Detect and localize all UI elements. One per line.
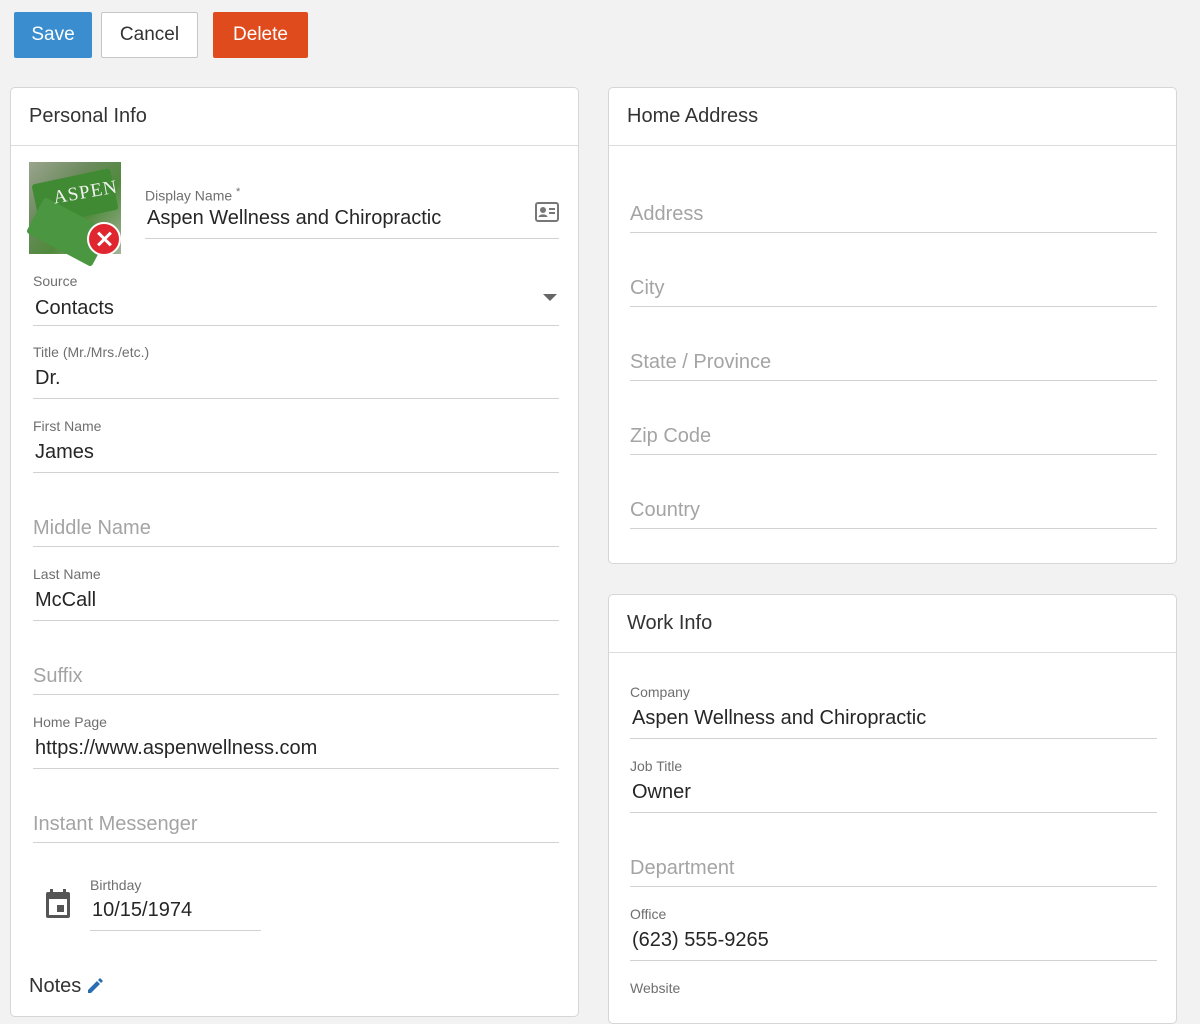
source-value: Contacts xyxy=(35,297,114,319)
required-mark: * xyxy=(236,186,241,198)
website-label: Website xyxy=(630,980,681,996)
office-phone-field[interactable]: Office (623) 555-9265 xyxy=(630,906,1157,961)
birthday-value: 10/15/1974 xyxy=(92,899,193,921)
instant-messenger-field[interactable]: Instant Messenger xyxy=(33,788,559,843)
middle-name-placeholder: Middle Name xyxy=(33,517,151,539)
title-field[interactable]: Title (Mr./Mrs./etc.) Dr. xyxy=(33,344,559,399)
instant-messenger-placeholder: Instant Messenger xyxy=(33,813,198,835)
first-name-value: James xyxy=(35,441,94,463)
last-name-label: Last Name xyxy=(33,566,101,582)
website-field[interactable]: Website xyxy=(630,980,1157,1023)
save-button[interactable]: Save xyxy=(14,12,92,58)
department-field[interactable]: Department xyxy=(630,832,1157,887)
suffix-field[interactable]: Suffix xyxy=(33,640,559,695)
home-page-field[interactable]: Home Page https://www.aspenwellness.com xyxy=(33,714,559,769)
last-name-field[interactable]: Last Name McCall xyxy=(33,566,559,621)
country-field[interactable]: Country xyxy=(630,474,1157,529)
title-label: Title (Mr./Mrs./etc.) xyxy=(33,344,150,360)
birthday-field[interactable]: Birthday 10/15/1974 xyxy=(90,877,261,931)
middle-name-field[interactable]: Middle Name xyxy=(33,492,559,547)
zip-code-field[interactable]: Zip Code xyxy=(630,400,1157,455)
birthday-label: Birthday xyxy=(90,877,142,893)
company-label: Company xyxy=(630,684,690,700)
home-address-header: Home Address xyxy=(609,88,1176,146)
display-name-field[interactable]: Display Name * Aspen Wellness and Chirop… xyxy=(145,184,559,239)
work-info-panel: Work Info Company Aspen Wellness and Chi… xyxy=(608,594,1177,1024)
toolbar: Save Cancel Delete xyxy=(14,12,308,58)
home-page-value: https://www.aspenwellness.com xyxy=(35,737,318,759)
home-page-label: Home Page xyxy=(33,714,107,730)
source-label: Source xyxy=(33,273,78,289)
company-field[interactable]: Company Aspen Wellness and Chiropractic xyxy=(630,684,1157,739)
chevron-down-icon[interactable] xyxy=(543,294,557,301)
last-name-value: McCall xyxy=(35,589,97,611)
display-name-value: Aspen Wellness and Chiropractic xyxy=(147,207,442,229)
personal-info-header: Personal Info xyxy=(11,88,578,146)
address-placeholder: Address xyxy=(630,203,704,225)
office-label: Office xyxy=(630,906,667,922)
close-circle-icon[interactable] xyxy=(87,222,121,256)
first-name-label: First Name xyxy=(33,418,102,434)
department-placeholder: Department xyxy=(630,857,735,879)
city-placeholder: City xyxy=(630,277,665,299)
state-province-placeholder: State / Province xyxy=(630,351,772,373)
state-province-field[interactable]: State / Province xyxy=(630,326,1157,381)
suffix-placeholder: Suffix xyxy=(33,665,83,687)
country-placeholder: Country xyxy=(630,499,701,521)
notes-label: Notes xyxy=(29,975,82,997)
zip-code-placeholder: Zip Code xyxy=(630,425,712,447)
title-value: Dr. xyxy=(35,367,61,389)
job-title-field[interactable]: Job Title Owner xyxy=(630,758,1157,813)
display-name-label-text: Display Name xyxy=(145,187,233,204)
calendar-icon[interactable] xyxy=(45,889,71,924)
home-address-panel: Home Address Address City State / Provin… xyxy=(608,87,1177,564)
job-title-value: Owner xyxy=(632,781,691,803)
address-field[interactable]: Address xyxy=(630,178,1157,233)
source-select[interactable]: Source Contacts xyxy=(33,273,559,326)
city-field[interactable]: City xyxy=(630,252,1157,307)
cancel-button[interactable]: Cancel xyxy=(101,12,198,58)
office-value: (623) 555-9265 xyxy=(632,929,769,951)
contact-card-icon[interactable] xyxy=(535,202,559,227)
personal-info-panel: Personal Info ASPEN Display Name * Aspen… xyxy=(10,87,579,1017)
pencil-icon[interactable] xyxy=(87,977,104,999)
display-name-label: Display Name * xyxy=(145,186,240,204)
delete-button[interactable]: Delete xyxy=(213,12,308,58)
company-value: Aspen Wellness and Chiropractic xyxy=(632,707,927,729)
first-name-field[interactable]: First Name James xyxy=(33,418,559,473)
work-info-header: Work Info xyxy=(609,595,1176,653)
job-title-label: Job Title xyxy=(630,758,683,774)
